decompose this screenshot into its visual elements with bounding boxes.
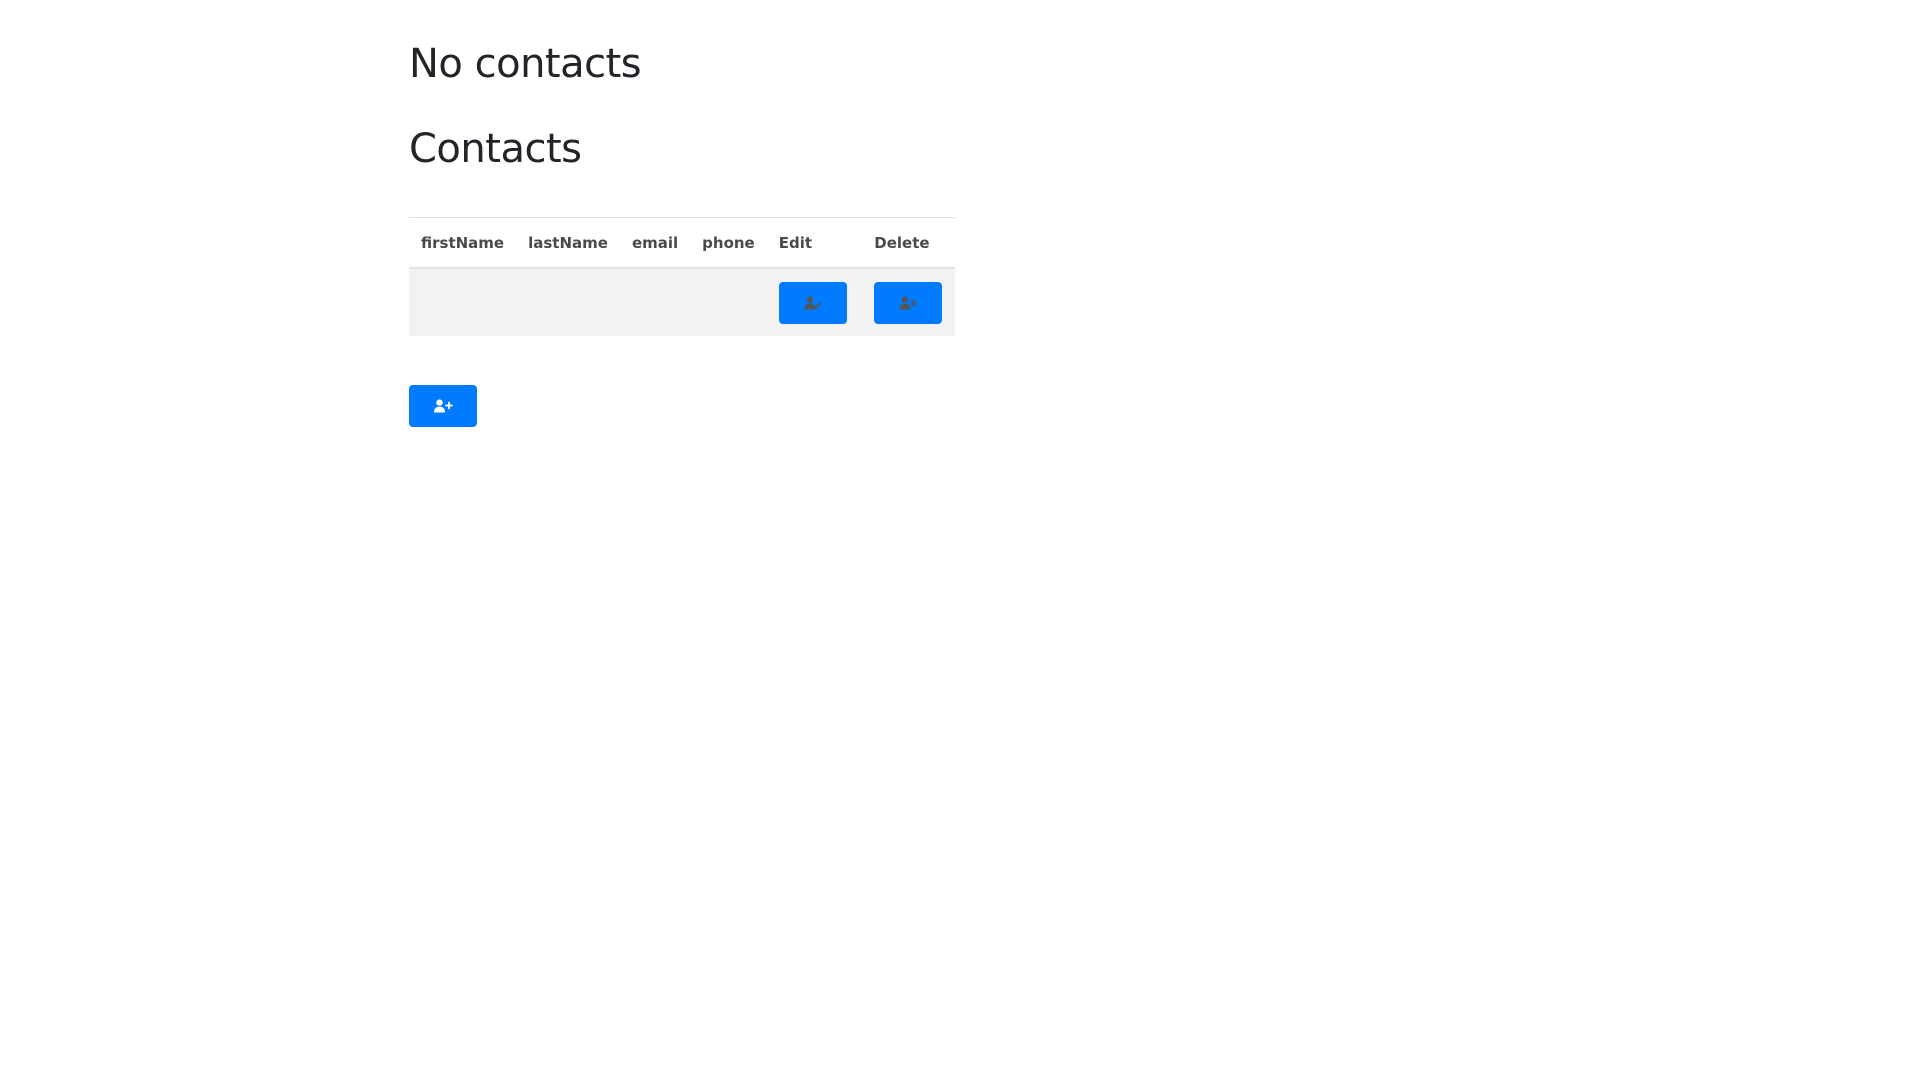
column-header-lastname: lastName bbox=[516, 217, 620, 269]
table-body bbox=[409, 268, 955, 336]
cell-delete bbox=[862, 268, 955, 336]
column-header-email: email bbox=[619, 217, 691, 269]
edit-contact-button[interactable] bbox=[778, 281, 847, 324]
column-header-phone: phone bbox=[690, 217, 767, 269]
user-edit-icon bbox=[804, 295, 822, 310]
cell-phone bbox=[690, 268, 767, 336]
cell-edit bbox=[766, 268, 863, 336]
contacts-table: firstName lastName email phone Edit Dele… bbox=[409, 217, 955, 336]
empty-state-heading: No contacts bbox=[409, 41, 642, 87]
user-delete-icon bbox=[899, 295, 917, 310]
delete-contact-button[interactable] bbox=[874, 281, 943, 324]
cell-lastname bbox=[516, 268, 620, 336]
cell-email bbox=[619, 268, 691, 336]
add-contact-button[interactable] bbox=[409, 385, 477, 427]
column-header-firstname: firstName bbox=[409, 217, 517, 269]
column-header-edit: Edit bbox=[766, 217, 863, 269]
table-row bbox=[409, 268, 955, 336]
table-header-row: firstName lastName email phone Edit Dele… bbox=[409, 217, 955, 269]
column-header-delete: Delete bbox=[862, 217, 955, 269]
page-title: Contacts bbox=[409, 126, 582, 172]
cell-firstname bbox=[409, 268, 517, 336]
table-header: firstName lastName email phone Edit Dele… bbox=[409, 217, 955, 269]
user-plus-icon bbox=[433, 399, 453, 413]
